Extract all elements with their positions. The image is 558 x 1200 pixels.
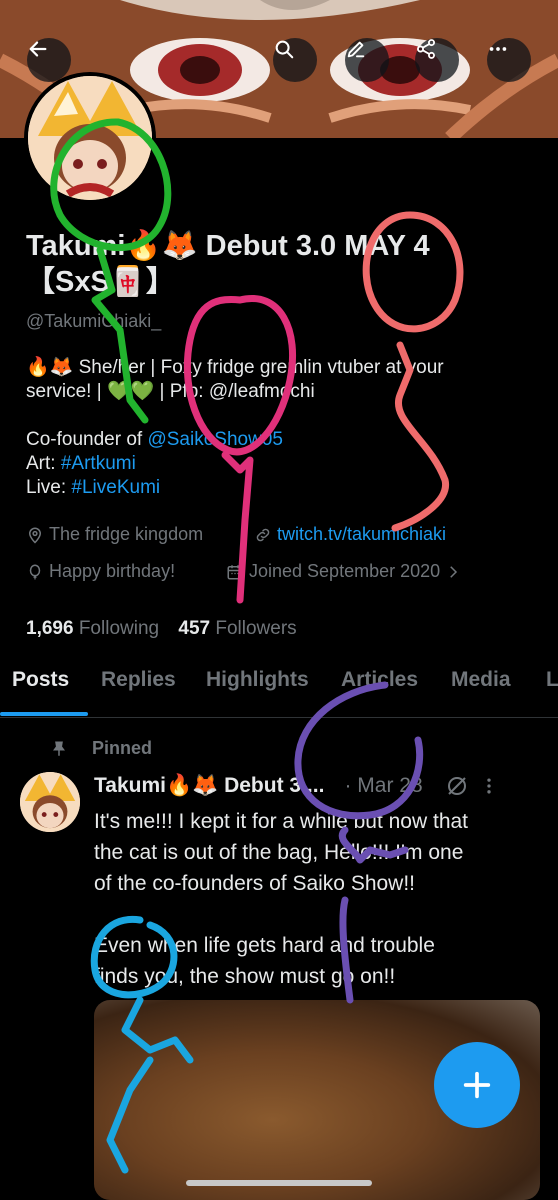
post-header: Takumi🔥🦊 Debut 3.... · Mar 28 [94, 774, 544, 798]
bio-live: Live: #LiveKumi [26, 477, 161, 498]
bio-spacer [26, 404, 536, 428]
tab-more[interactable]: L [546, 668, 558, 692]
link-icon [256, 528, 270, 541]
edit-icon [347, 41, 365, 58]
post-line: Even when life gets hard and trouble [94, 934, 435, 957]
compose-button[interactable] [434, 1042, 520, 1128]
search-icon [275, 40, 294, 59]
tab-posts[interactable]: Posts [12, 668, 69, 692]
tab-articles[interactable]: Articles [341, 668, 418, 692]
profile-website[interactable]: twitch.tv/takumichiaki [254, 524, 446, 545]
edit-button[interactable] [345, 38, 389, 82]
post-author-avatar[interactable] [20, 772, 80, 832]
profile-handle: @TakumiChiaki_ [26, 311, 162, 331]
post-author-name[interactable]: Takumi🔥🦊 Debut 3.... [94, 774, 324, 798]
avatar [28, 76, 152, 200]
tab-media[interactable]: Media [451, 668, 511, 692]
tab-highlights[interactable]: Highlights [206, 668, 309, 692]
chevron-right-icon [450, 565, 458, 578]
post-text: It's me!!! I kept it for a while but now… [94, 806, 544, 992]
live-hashtag-link[interactable]: #LiveKumi [71, 477, 160, 498]
profile-name-line1: Takumi🔥🦊 Debut 3.0 MAY 4 [26, 230, 430, 262]
profile-name-line2: 【SxS🀄】 [26, 266, 175, 298]
post-line: the cat is out of the bag, Hello!!! I'm … [94, 841, 464, 864]
profile-avatar[interactable] [24, 72, 156, 204]
profile-birthday: Happy birthday! [26, 561, 175, 582]
post-line: of the co-founders of Saiko Show!! [94, 872, 416, 895]
more-button[interactable] [487, 38, 531, 82]
cofounder-mention-link[interactable]: @SaikoShow05 [147, 429, 282, 450]
plus-icon [463, 1071, 491, 1099]
profile-bio: 🔥🦊 She/her | Foxy fridge gremlin vtuber … [26, 356, 536, 500]
bio-art: Art: #Artkumi [26, 453, 136, 474]
following-link[interactable]: 1,696 Following [26, 618, 159, 639]
share-icon [417, 39, 435, 59]
active-tab-indicator [0, 712, 88, 716]
pin-icon [53, 741, 65, 756]
balloon-icon [29, 564, 41, 579]
back-arrow-icon [29, 41, 47, 57]
home-indicator[interactable] [186, 1180, 372, 1186]
bio-cofounder: Co-founder of @SaikoShow05 [26, 429, 283, 450]
profile-name: Takumi🔥🦊 Debut 3.0 MAY 4 【SxS🀄】 [26, 228, 546, 300]
slash-circle-icon[interactable] [445, 774, 469, 798]
search-button[interactable] [273, 38, 317, 82]
followers-link[interactable]: 457 Followers [178, 618, 296, 639]
website-link[interactable]: twitch.tv/takumichiaki [277, 524, 446, 545]
profile-tabs: Posts Replies Highlights Articles Media … [0, 660, 558, 718]
more-icon [489, 47, 507, 51]
post-more-icon[interactable] [479, 776, 499, 796]
profile-location: The fridge kingdom [26, 524, 203, 545]
back-button[interactable] [27, 38, 71, 82]
art-hashtag-link[interactable]: #Artkumi [61, 453, 136, 474]
bio-line: 🔥🦊 She/her | Foxy fridge gremlin vtuber … [26, 357, 444, 378]
tab-replies[interactable]: Replies [101, 668, 176, 692]
profile-stats: 1,696 Following 457 Followers [26, 618, 297, 640]
profile-joined[interactable]: Joined September 2020 [226, 561, 467, 582]
pinned-label: Pinned [50, 738, 152, 759]
share-button[interactable] [415, 38, 459, 82]
post-line: It's me!!! I kept it for a while but now… [94, 810, 469, 833]
location-pin-icon [28, 527, 42, 544]
post-line: finds you, the show must go on!! [94, 965, 396, 988]
post-spacer [94, 899, 544, 930]
calendar-icon [227, 564, 243, 579]
bio-line: service! | 💚💚 | Pfp: @/leafmochi [26, 381, 315, 402]
post-date[interactable]: · Mar 28 [344, 774, 422, 798]
